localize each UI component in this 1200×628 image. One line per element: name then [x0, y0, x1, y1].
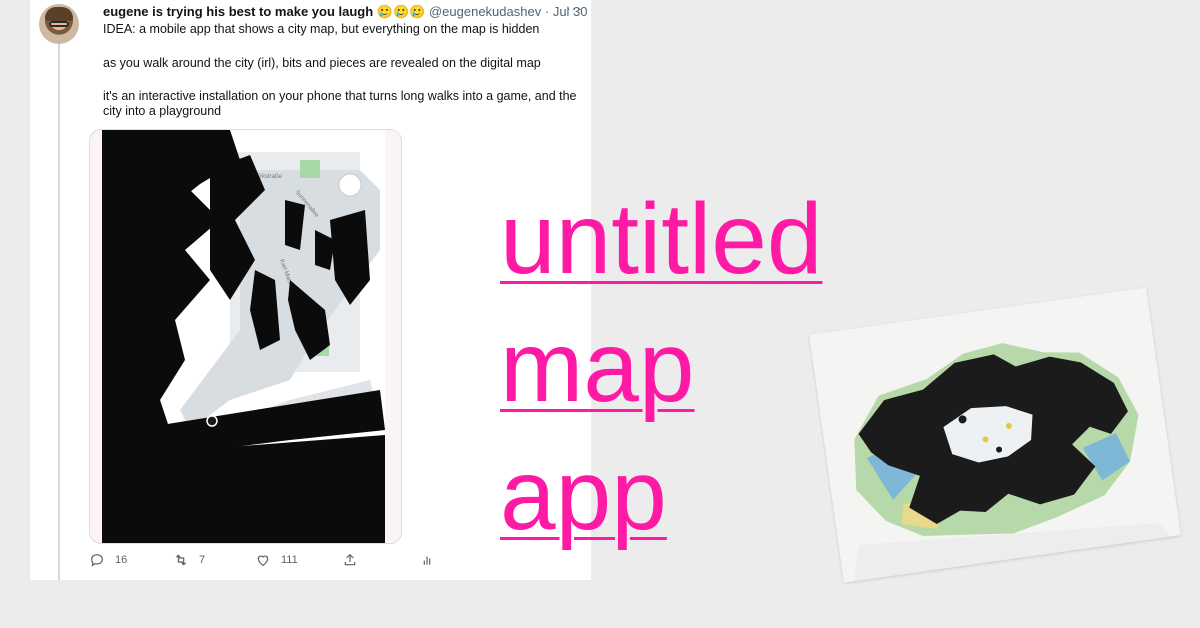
title-heading[interactable]: untitled map app: [500, 175, 822, 559]
title-line-untitled[interactable]: untitled: [500, 175, 822, 303]
reply-button[interactable]: 16: [89, 552, 127, 568]
author-emojis: 🥲🥲🥲: [376, 4, 426, 19]
heart-icon: [257, 555, 269, 567]
like-count: 111: [281, 554, 298, 566]
author-handle[interactable]: @eugenekudashev: [429, 4, 541, 19]
dot-separator: ·: [544, 4, 550, 19]
like-button[interactable]: 111: [255, 552, 298, 568]
title-line-app[interactable]: app: [500, 431, 822, 559]
reply-count: 16: [115, 554, 128, 566]
retweet-button[interactable]: 7: [173, 552, 205, 568]
share-icon: [344, 553, 356, 566]
reply-icon: [91, 554, 103, 567]
tweet-paragraph-1: IDEA: a mobile app that shows a city map…: [103, 22, 540, 36]
thread-line: [58, 44, 60, 580]
tweet-paragraph-2: as you walk around the city (irl), bits …: [103, 56, 541, 70]
tweet-paragraph-3: it's an interactive installation on your…: [103, 89, 577, 118]
retweet-count: 7: [199, 554, 206, 566]
tweet-header: eugene is trying his best to make you la…: [103, 4, 588, 20]
analytics-icon: [423, 556, 431, 565]
avatar[interactable]: [39, 4, 79, 44]
berlin-map-photo: [809, 287, 1181, 583]
tweet-media-image[interactable]: Erkstraße Sonnenallee Karl-Marx-Straße N: [89, 129, 402, 544]
share-button[interactable]: [342, 552, 358, 568]
title-line-map[interactable]: map: [500, 303, 822, 431]
retweet-icon: [175, 554, 187, 566]
more-options-button[interactable]: ···: [566, 0, 583, 16]
tweet-actions: 16 7 111: [89, 552, 449, 572]
analytics-button[interactable]: [419, 552, 435, 568]
author-name[interactable]: eugene is trying his best to make you la…: [103, 4, 373, 19]
